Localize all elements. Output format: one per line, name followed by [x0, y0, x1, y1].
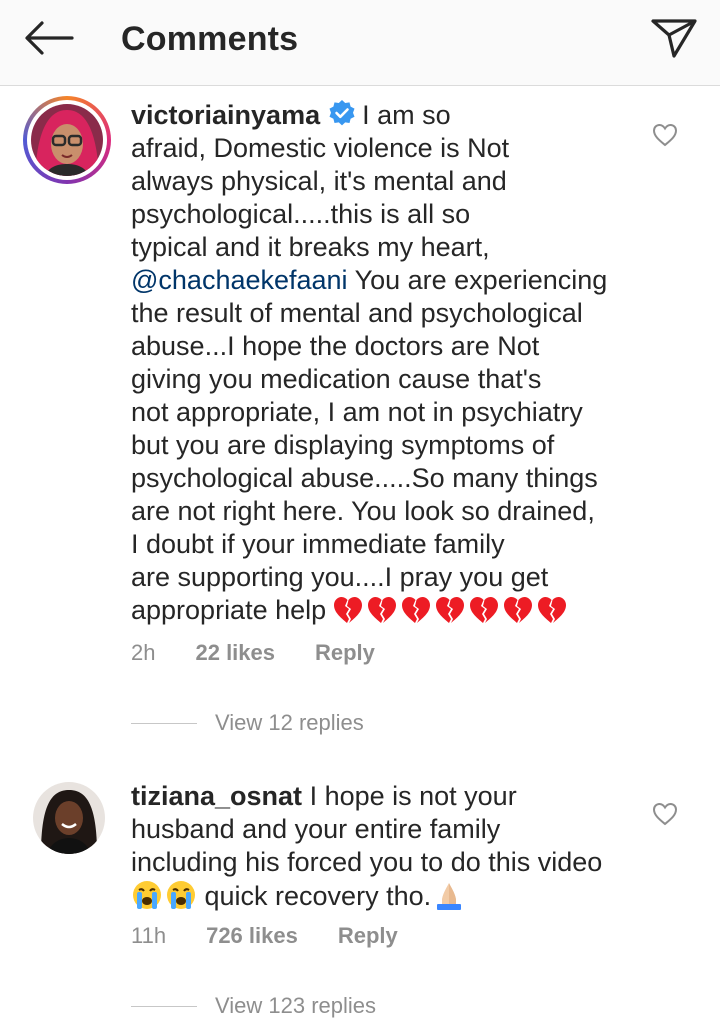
- broken-heart-icon: [332, 595, 364, 633]
- reply-button[interactable]: Reply: [315, 640, 375, 666]
- broken-hearts: [332, 595, 568, 633]
- like-comment-button[interactable]: [650, 120, 680, 150]
- broken-heart-icon: [400, 595, 432, 633]
- view-replies-label: View 12 replies: [215, 710, 364, 735]
- avatar[interactable]: [33, 782, 105, 854]
- paper-plane-icon: [651, 19, 697, 58]
- view-replies-button[interactable]: View 123 replies: [131, 993, 376, 1019]
- view-replies-button[interactable]: View 12 replies: [131, 710, 364, 736]
- verified-badge-icon: [329, 100, 355, 126]
- comment-likes[interactable]: 22 likes: [195, 640, 275, 666]
- crying-faces: [131, 879, 197, 911]
- comment-likes[interactable]: 726 likes: [206, 923, 298, 949]
- top-bar: Comments: [0, 0, 720, 86]
- page-title: Comments: [121, 20, 299, 58]
- heart-icon: [652, 802, 678, 826]
- comment-meta: 11h 726 likes Reply: [131, 923, 398, 949]
- broken-heart-icon: [434, 595, 466, 633]
- avatar[interactable]: [23, 96, 111, 184]
- view-replies-label: View 123 replies: [215, 993, 377, 1018]
- mention-link[interactable]: @chachaekefaani: [131, 265, 348, 295]
- divider-line: [131, 722, 197, 724]
- broken-heart-icon: [536, 595, 568, 633]
- avatar-photo: [31, 104, 103, 176]
- broken-heart-icon: [502, 595, 534, 633]
- comment-username[interactable]: tiziana_osnat: [131, 781, 302, 811]
- share-button[interactable]: [648, 14, 700, 62]
- arrow-left-icon: [25, 21, 74, 55]
- comment-body: victoriainyama I am so afraid, Domestic v…: [131, 99, 691, 633]
- comment-username[interactable]: victoriainyama: [131, 100, 320, 130]
- broken-heart-icon: [366, 595, 398, 633]
- comment-time: 2h: [131, 640, 156, 665]
- crying-face-icon: [133, 881, 161, 909]
- divider-line: [131, 1005, 197, 1007]
- comment-body: tiziana_osnat I hope is not your husband…: [131, 780, 691, 913]
- back-button[interactable]: [18, 14, 78, 62]
- comment-time: 11h: [131, 923, 167, 948]
- comment-text: You are experiencing the result of menta…: [131, 265, 608, 625]
- praying-hands-icon: [437, 883, 462, 910]
- praying-hands: [433, 879, 465, 911]
- broken-heart-icon: [468, 595, 500, 633]
- reply-button[interactable]: Reply: [338, 923, 398, 949]
- heart-icon: [652, 123, 678, 147]
- comment-text: quick recovery tho.: [197, 881, 432, 911]
- like-comment-button[interactable]: [650, 799, 680, 829]
- comment-meta: 2h 22 likes Reply: [131, 640, 375, 666]
- crying-face-icon: [167, 881, 195, 909]
